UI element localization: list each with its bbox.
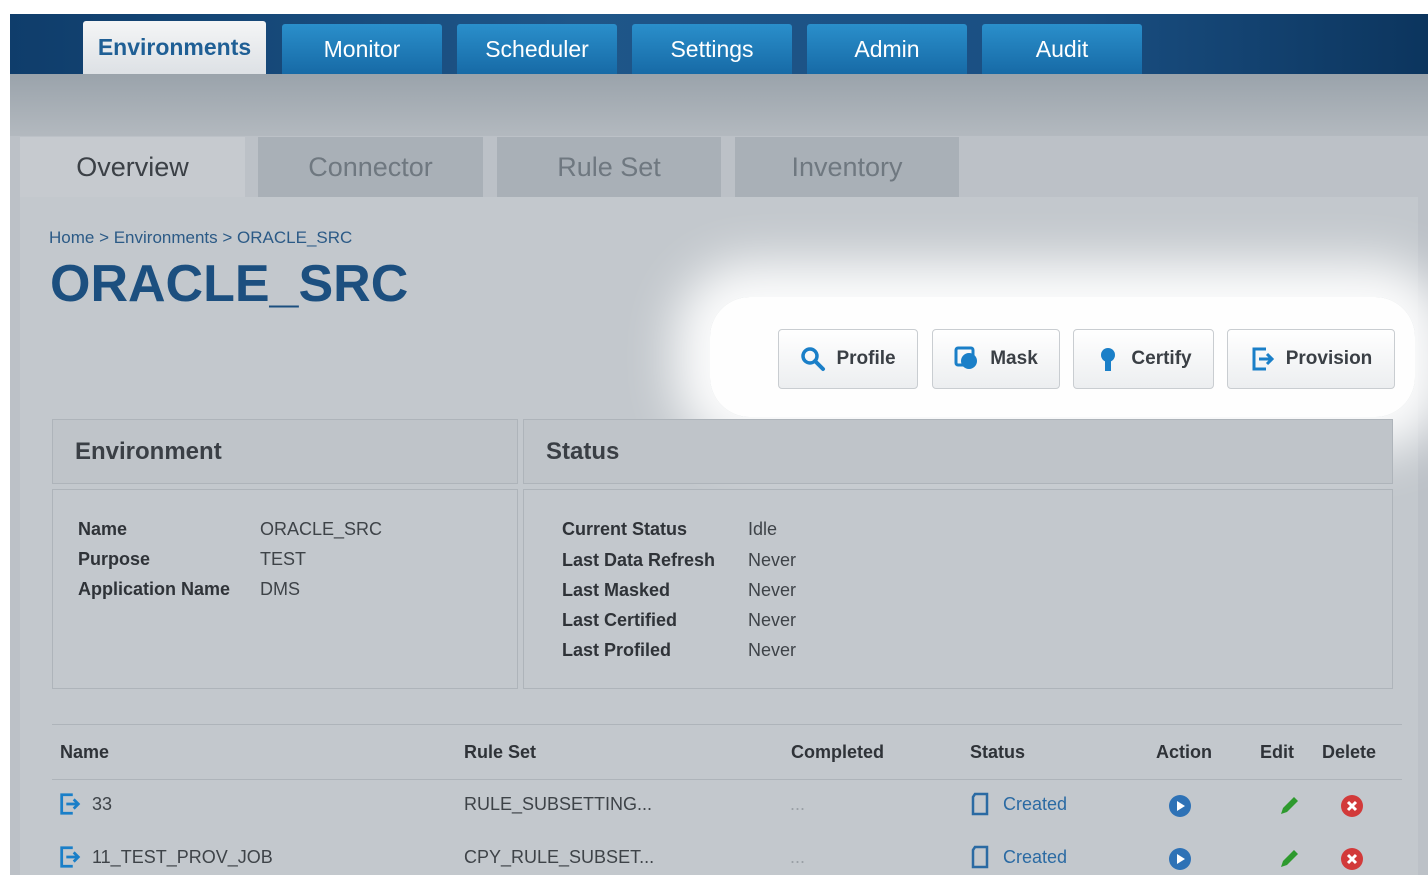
mask-label: Mask: [990, 348, 1038, 369]
last-data-refresh-label: Last Data Refresh: [562, 550, 716, 570]
page-title: ORACLE_SRC: [50, 255, 409, 313]
job-status[interactable]: Created: [1003, 847, 1067, 868]
env-application-value: DMS: [260, 579, 300, 599]
tab-monitor[interactable]: Monitor: [282, 24, 442, 74]
job-name[interactable]: 11_TEST_PROV_JOB: [92, 847, 273, 868]
profile-button[interactable]: Profile: [778, 329, 918, 389]
env-name-label: Name: [78, 519, 128, 539]
subtab-inventory[interactable]: Inventory: [735, 137, 959, 197]
document-icon: [970, 792, 990, 821]
tab-admin[interactable]: Admin: [807, 24, 967, 74]
column-header-completed[interactable]: Completed: [791, 742, 884, 763]
page: Environments Monitor Scheduler Settings …: [10, 14, 1428, 875]
provision-job-icon: [58, 792, 82, 821]
last-certified-value: Never: [748, 610, 797, 630]
play-icon[interactable]: [1168, 794, 1192, 823]
column-header-name[interactable]: Name: [60, 742, 109, 763]
tab-audit[interactable]: Audit: [982, 24, 1142, 74]
provision-job-icon: [58, 845, 82, 874]
env-application-label: Application Name: [78, 579, 231, 599]
subtab-connector[interactable]: Connector: [258, 137, 483, 197]
column-header-edit: Edit: [1260, 742, 1294, 762]
table-top-border: [52, 724, 1402, 725]
mask-icon: [954, 346, 980, 372]
job-rule-set: CPY_RULE_SUBSET...: [464, 847, 655, 867]
play-icon[interactable]: [1168, 847, 1192, 875]
last-profiled-label: Last Profiled: [562, 640, 672, 660]
last-data-refresh-value: Never: [748, 550, 797, 570]
pencil-icon[interactable]: [1277, 847, 1301, 875]
breadcrumb[interactable]: Home > Environments > ORACLE_SRC: [49, 228, 352, 248]
last-masked-value: Never: [748, 580, 797, 600]
header-band: [10, 74, 1428, 136]
current-status-value: Idle: [748, 519, 778, 539]
tab-scheduler[interactable]: Scheduler: [457, 24, 617, 74]
column-header-action: Action: [1156, 742, 1212, 762]
subtab-rule-set[interactable]: Rule Set: [497, 137, 721, 197]
env-purpose-value: TEST: [260, 549, 307, 569]
job-completed: ...: [790, 847, 806, 867]
environment-header: Environment: [52, 419, 518, 484]
env-name-value: ORACLE_SRC: [260, 519, 383, 539]
certify-label: Certify: [1131, 348, 1192, 369]
tab-settings[interactable]: Settings: [632, 24, 792, 74]
document-icon: [970, 845, 990, 874]
ribbon-icon: [1095, 346, 1121, 372]
job-rule-set: RULE_SUBSETTING...: [464, 794, 653, 814]
column-header-rule-set[interactable]: Rule Set: [464, 742, 536, 763]
job-status[interactable]: Created: [1003, 794, 1067, 815]
pencil-icon[interactable]: [1277, 794, 1301, 823]
subtab-overview[interactable]: Overview: [20, 137, 245, 197]
delete-icon[interactable]: [1340, 847, 1364, 875]
status-header: Status: [523, 419, 1393, 484]
table-row: 11_TEST_PROV_JOB CPY_RULE_SUBSET... ... …: [52, 833, 1402, 875]
table-row: 33 RULE_SUBSETTING... ... Created: [52, 780, 1402, 832]
last-certified-label: Last Certified: [562, 610, 678, 630]
delete-icon[interactable]: [1340, 794, 1364, 823]
certify-button[interactable]: Certify: [1073, 329, 1214, 389]
current-status-label: Current Status: [562, 519, 688, 539]
profile-label: Profile: [836, 348, 896, 369]
job-name[interactable]: 33: [92, 794, 112, 815]
env-purpose-label: Purpose: [78, 549, 151, 569]
magnifier-icon: [800, 346, 826, 372]
last-profiled-value: Never: [748, 640, 797, 660]
tab-environments[interactable]: Environments: [83, 21, 266, 74]
provision-label: Provision: [1285, 348, 1373, 369]
export-icon: [1250, 346, 1276, 372]
mask-button[interactable]: Mask: [932, 329, 1060, 389]
column-header-delete: Delete: [1322, 742, 1377, 762]
column-header-status[interactable]: Status: [970, 742, 1025, 763]
last-masked-label: Last Masked: [562, 580, 671, 600]
provision-button[interactable]: Provision: [1227, 329, 1395, 389]
job-completed: ...: [790, 794, 806, 814]
